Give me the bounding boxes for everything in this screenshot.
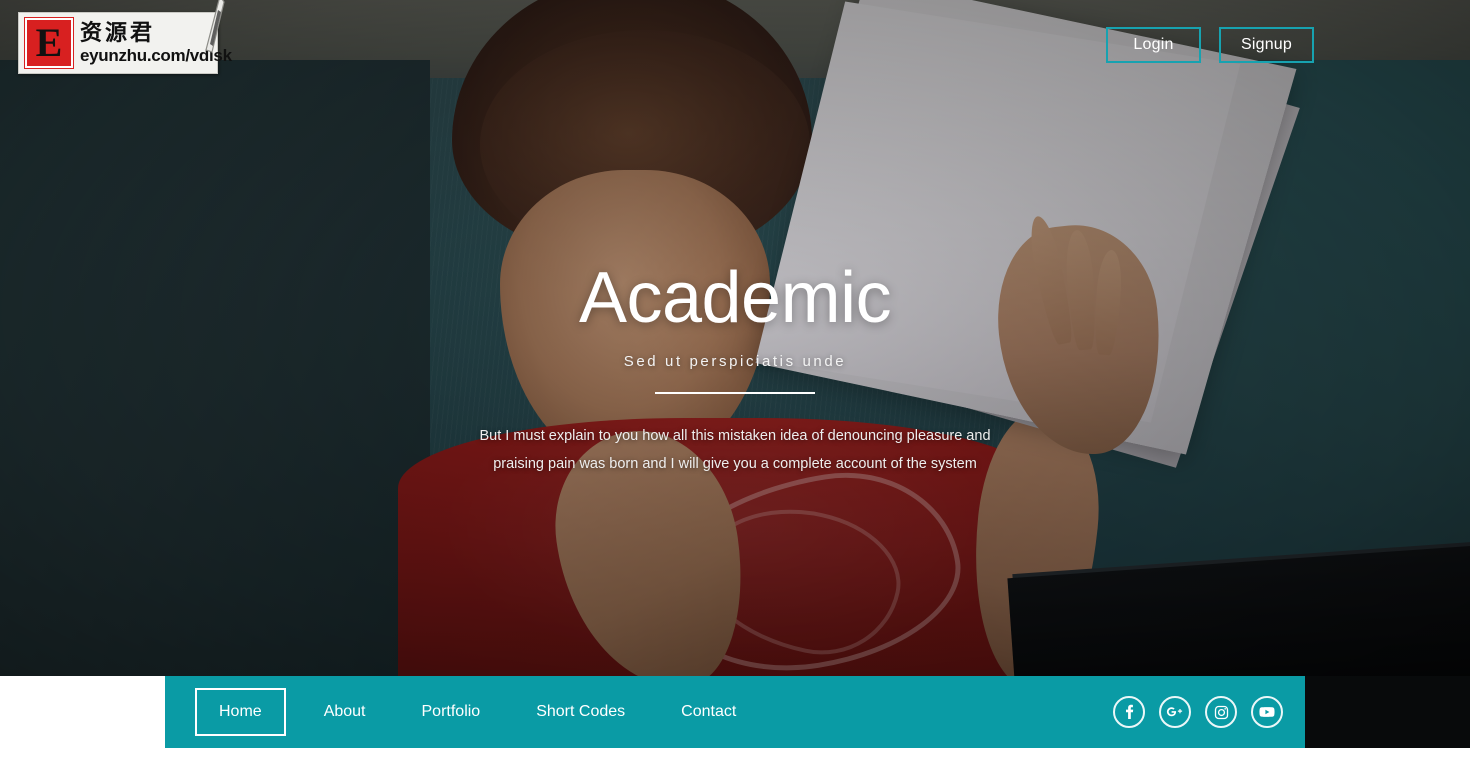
hero-banner: Academic Sed ut perspiciatis unde But I … [0,0,1470,676]
page-root: Academic Sed ut perspiciatis unde But I … [0,0,1470,780]
nav-item-portfolio[interactable]: Portfolio [394,704,509,720]
watermark-e-icon: E [24,17,74,69]
nav-item-short-codes[interactable]: Short Codes [508,704,653,720]
hero-divider [655,392,815,394]
nav-item-home[interactable]: Home [195,688,286,736]
page-bottom-white-strip [0,748,1470,780]
nav-right-filler [1305,676,1470,748]
signup-button[interactable]: Signup [1219,27,1314,63]
facebook-icon[interactable] [1113,696,1145,728]
instagram-icon[interactable] [1205,696,1237,728]
page-title: Academic [578,258,892,338]
social-link-group [1113,696,1283,728]
nav-item-contact[interactable]: Contact [653,704,764,720]
hero-content: Academic Sed ut perspiciatis unde But I … [0,262,1470,478]
youtube-icon[interactable] [1251,696,1283,728]
nav-link-group: Home About Portfolio Short Codes Contact [185,688,764,736]
hero-subtitle: Sed ut perspiciatis unde [623,353,847,370]
paperclip-icon [205,0,225,53]
nav-item-about[interactable]: About [296,704,394,720]
auth-button-group: Login Signup [1106,27,1314,63]
watermark-logo: E 资源君 eyunzhu.com/vdisk [18,12,232,74]
google-plus-icon[interactable] [1159,696,1191,728]
login-button[interactable]: Login [1106,27,1201,63]
hero-paragraph: But I must explain to you how all this m… [479,428,991,472]
main-navigation: Home About Portfolio Short Codes Contact [165,676,1305,748]
